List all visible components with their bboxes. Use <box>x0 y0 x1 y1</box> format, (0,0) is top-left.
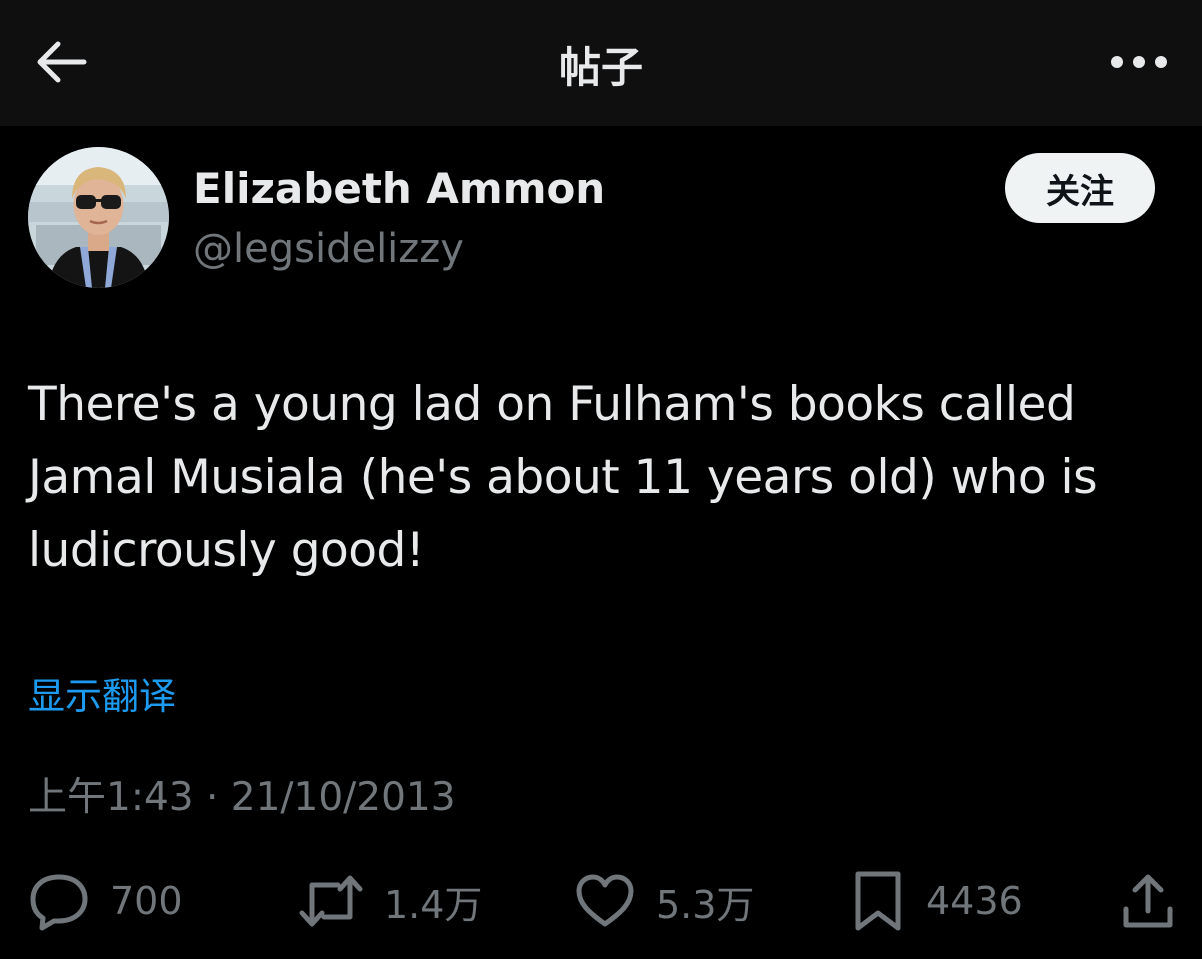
reply-button[interactable]: 700 <box>28 868 183 934</box>
bookmark-count: 4436 <box>926 879 1023 923</box>
bookmark-button[interactable]: 4436 <box>850 868 1023 934</box>
tweet-text: There's a young lad on Fulham's books ca… <box>28 377 1098 578</box>
reply-bubble-icon <box>28 871 90 931</box>
share-icon <box>1118 871 1178 931</box>
top-app-bar: 帖子 <box>0 0 1202 126</box>
more-horizontal-icon <box>1109 54 1169 70</box>
like-button[interactable]: 5.3万 <box>574 868 754 934</box>
author-avatar[interactable] <box>28 147 169 288</box>
retweet-icon <box>298 871 364 931</box>
more-options-button[interactable] <box>1104 40 1174 84</box>
retweet-button[interactable]: 1.4万 <box>298 868 482 934</box>
author-display-name[interactable]: Elizabeth Ammon <box>193 164 605 213</box>
page-title: 帖子 <box>558 43 643 92</box>
like-count: 5.3万 <box>656 882 755 927</box>
retweet-count: 1.4万 <box>384 882 483 927</box>
author-handle[interactable]: @legsidelizzy <box>193 226 464 272</box>
tweet-timestamp[interactable]: 上午1:43 · 21/10/2013 <box>28 766 456 822</box>
reply-count: 700 <box>110 879 183 923</box>
share-button[interactable] <box>1118 868 1178 934</box>
heart-icon <box>574 872 636 930</box>
follow-button[interactable]: 关注 <box>1005 153 1155 223</box>
show-translation-link[interactable]: 显示翻译 <box>28 666 176 720</box>
bookmark-icon <box>850 869 906 933</box>
